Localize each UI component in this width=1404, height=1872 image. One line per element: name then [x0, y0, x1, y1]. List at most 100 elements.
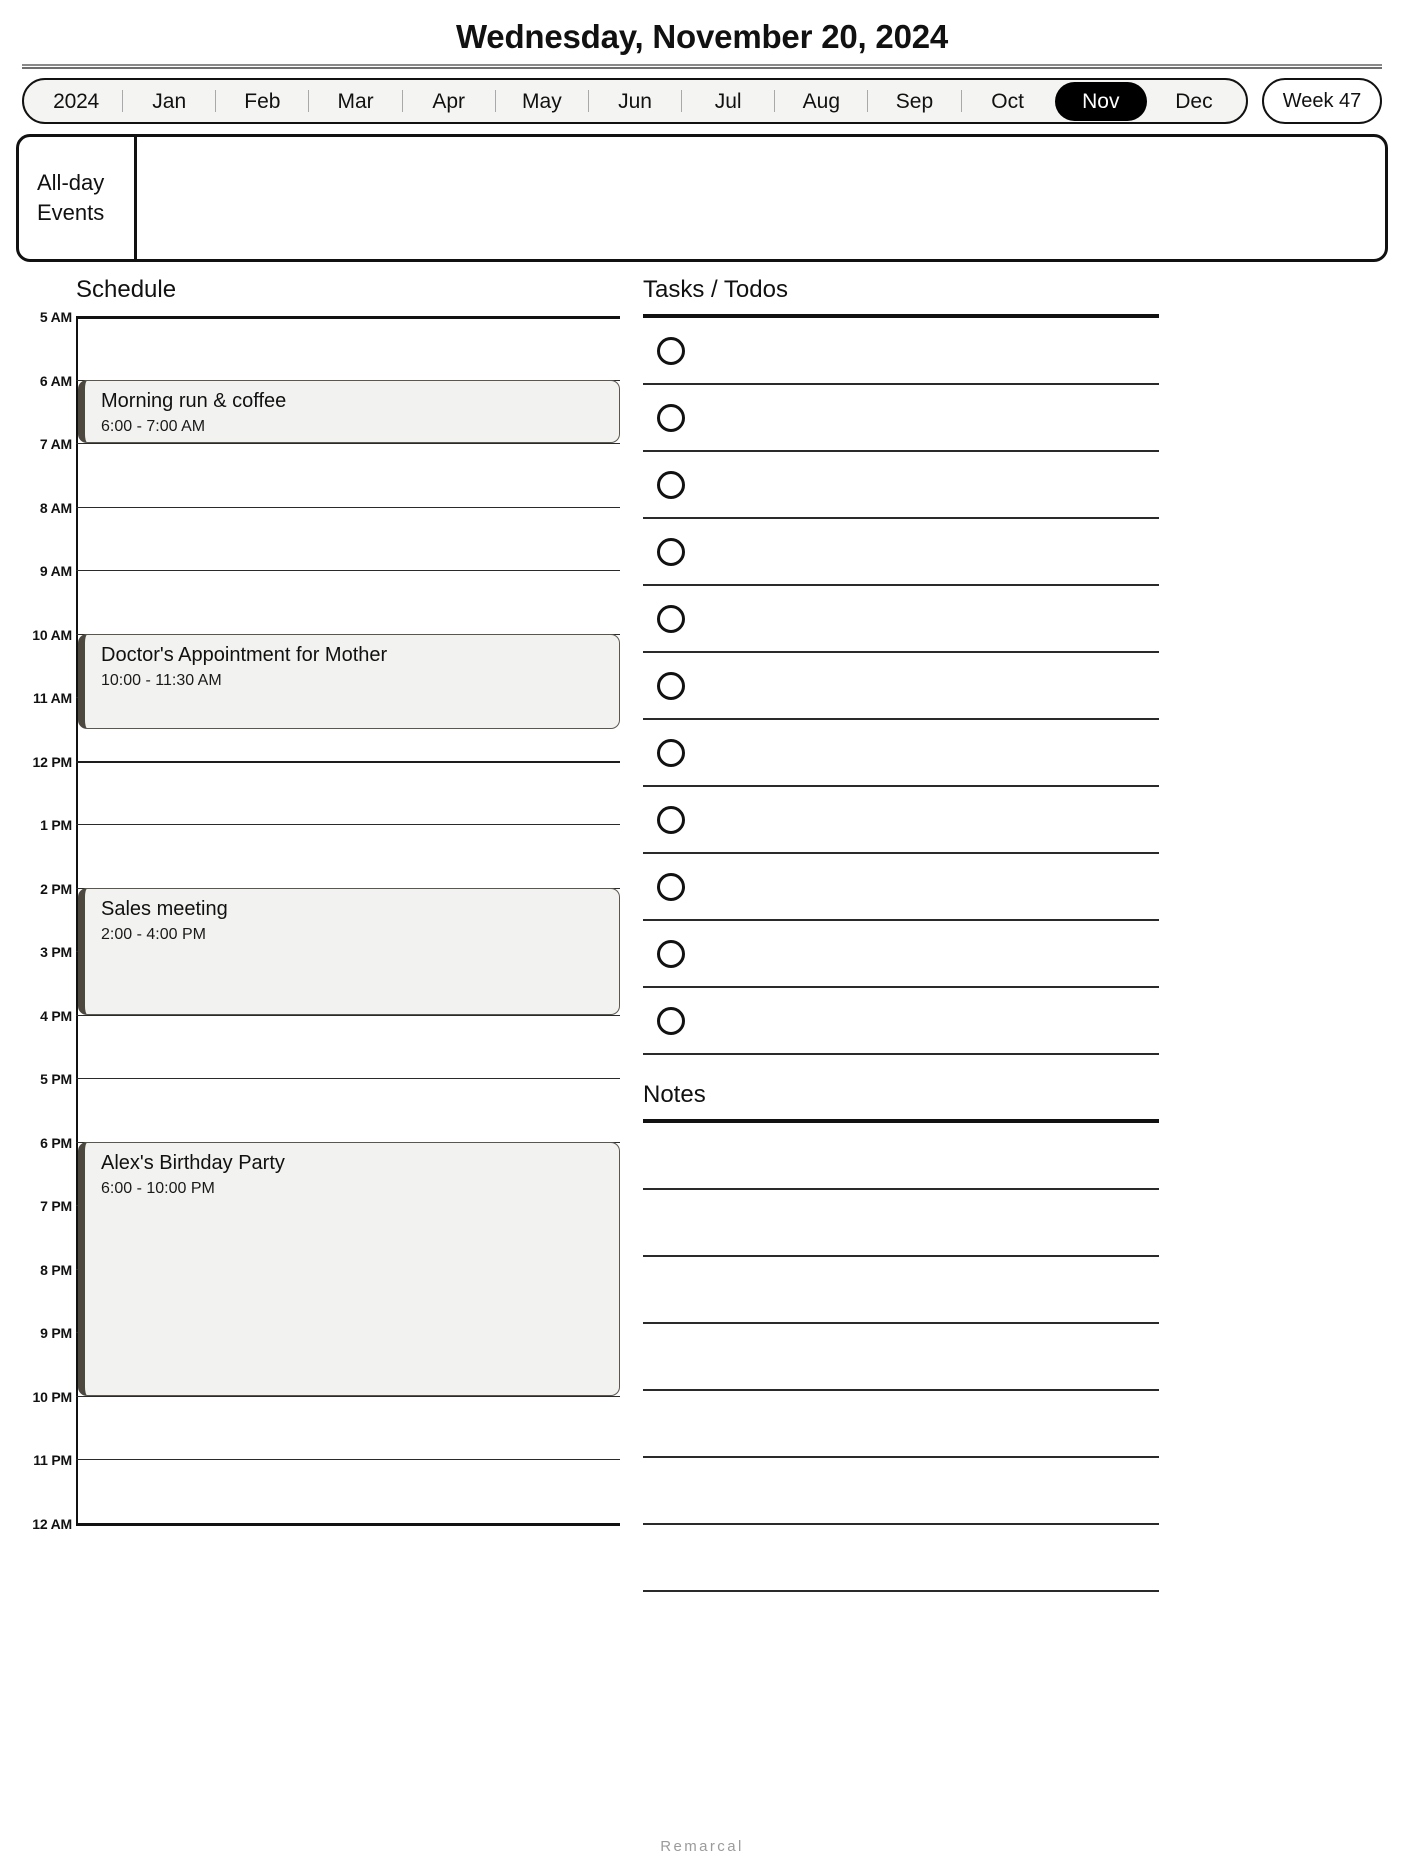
schedule-event[interactable]: Morning run & coffee 6:00 - 7:00 AM	[78, 379, 620, 444]
tasks-list[interactable]	[643, 318, 1159, 1055]
task-row[interactable]	[643, 318, 1159, 385]
all-day-events-area[interactable]	[137, 137, 1385, 259]
month-bar-item-may[interactable]: May	[496, 91, 588, 112]
schedule-hour-label: 11 AM	[33, 690, 72, 707]
schedule-hour-line	[76, 824, 620, 826]
month-bar-item-feb[interactable]: Feb	[216, 91, 308, 112]
month-bar-item-jan[interactable]: Jan	[123, 91, 215, 112]
schedule-hour-line	[76, 1014, 620, 1016]
schedule-hour-label: 10 PM	[32, 1388, 73, 1405]
month-navigation-bar: 2024 Jan Feb Mar Apr May Jun Jul Aug Sep Oct Nov Dec…	[22, 78, 1382, 124]
schedule-grid[interactable]: 5 AM 6 AM 7 AM 8 AM 9 AM 10 AM 11 AM 12 PM 1 PM 2…	[16, 310, 620, 1531]
task-row[interactable]	[643, 787, 1159, 854]
note-line[interactable]	[643, 1257, 1159, 1324]
schedule-hour-line	[76, 1395, 620, 1397]
task-row[interactable]	[643, 385, 1159, 452]
schedule-event-time: 6:00 - 10:00 PM	[101, 1179, 215, 1197]
task-row[interactable]	[643, 519, 1159, 586]
footer-brand: Remarcal	[660, 1838, 744, 1855]
schedule-hour-label: 1 PM	[40, 817, 72, 834]
schedule-hour-line	[76, 506, 620, 508]
task-row[interactable]	[643, 854, 1159, 921]
schedule-hour-label: 6 PM	[40, 1134, 72, 1151]
task-checkbox-circle-icon[interactable]	[657, 872, 685, 901]
all-day-events-panel[interactable]: All-day Events	[16, 134, 1388, 262]
month-bar-item-aug[interactable]: Aug	[775, 91, 867, 112]
schedule-hour-line	[76, 570, 620, 572]
task-checkbox-circle-icon[interactable]	[657, 537, 685, 566]
note-line[interactable]	[643, 1190, 1159, 1257]
month-bar-item-nov[interactable]: Nov	[1054, 81, 1147, 121]
schedule-hour-label: 5 PM	[40, 1071, 72, 1088]
task-row[interactable]	[643, 452, 1159, 519]
title-divider-top	[22, 64, 1382, 66]
task-checkbox-circle-icon[interactable]	[657, 403, 685, 432]
schedule-event-title: Sales meeting	[101, 897, 228, 920]
task-checkbox-circle-icon[interactable]	[657, 939, 685, 968]
schedule-event-title: Alex's Birthday Party	[101, 1151, 285, 1174]
schedule-hour-label: 10 AM	[32, 626, 72, 643]
month-bar-item-dec[interactable]: Dec	[1148, 91, 1240, 112]
note-line[interactable]	[643, 1324, 1159, 1391]
month-bar-item-apr[interactable]: Apr	[403, 91, 495, 112]
month-bar-item-mar[interactable]: Mar	[309, 91, 401, 112]
task-row[interactable]	[643, 988, 1159, 1055]
task-row[interactable]	[643, 653, 1159, 720]
schedule-event-time: 2:00 - 4:00 PM	[101, 925, 206, 943]
schedule-hour-line	[76, 760, 620, 763]
schedule-hour-line	[76, 1078, 620, 1080]
task-checkbox-circle-icon[interactable]	[657, 805, 685, 834]
task-row[interactable]	[643, 720, 1159, 787]
schedule-event-time: 10:00 - 11:30 AM	[101, 671, 222, 689]
page-title: Wednesday, November 20, 2024	[455, 18, 949, 55]
task-checkbox-circle-icon[interactable]	[657, 470, 685, 499]
schedule-hour-label: 4 PM	[40, 1007, 72, 1024]
schedule-hour-label: 9 PM	[40, 1325, 72, 1342]
schedule-hour-label: 8 AM	[39, 499, 72, 516]
schedule-hour-label: 2 PM	[40, 880, 72, 897]
note-line[interactable]	[643, 1123, 1159, 1190]
schedule-hour-label: 7 PM	[40, 1198, 72, 1215]
month-bar-item-jul[interactable]: Jul	[682, 91, 774, 112]
month-bar-year[interactable]: 2024	[30, 91, 122, 112]
note-line[interactable]	[643, 1458, 1159, 1525]
planner-page: Wednesday, November 20, 2024 2024 Jan Feb M…	[0, 0, 1404, 1872]
notes-heading: Notes	[643, 1081, 706, 1108]
task-row[interactable]	[643, 921, 1159, 988]
schedule-column: Schedule 5 AM 6 AM 7 AM 8 AM 9 AM 10 AM 11 AM 1…	[16, 276, 620, 1531]
schedule-event[interactable]: Alex's Birthday Party 6:00 - 10:00 PM	[78, 1141, 620, 1396]
schedule-event[interactable]: Sales meeting 2:00 - 4:00 PM	[78, 887, 620, 1015]
schedule-hour-label: 11 PM	[33, 1452, 72, 1469]
side-column: Tasks / Todos Notes	[643, 278, 1159, 1592]
schedule-event-time: 6:00 - 7:00 AM	[101, 417, 206, 435]
task-checkbox-circle-icon[interactable]	[657, 336, 685, 365]
task-checkbox-circle-icon[interactable]	[657, 671, 685, 700]
month-selector[interactable]: 2024 Jan Feb Mar Apr May Jun Jul Aug Sep Oct Nov Dec	[22, 78, 1248, 124]
task-row[interactable]	[643, 586, 1159, 653]
schedule-hour-label: 12 PM	[32, 753, 73, 770]
note-line[interactable]	[643, 1525, 1159, 1592]
schedule-hour-line	[76, 316, 620, 319]
schedule-hour-label: 3 PM	[40, 944, 72, 961]
task-checkbox-circle-icon[interactable]	[657, 1006, 685, 1035]
schedule-event[interactable]: Doctor's Appointment for Mother 10:00 - 1…	[78, 633, 620, 729]
title-divider	[22, 64, 1382, 69]
schedule-hour-line	[76, 443, 620, 445]
month-bar-item-sep[interactable]: Sep	[868, 91, 960, 112]
all-day-events-label: All-day Events	[19, 137, 137, 259]
tasks-heading: Tasks / Todos	[643, 276, 788, 303]
month-bar-item-jun[interactable]: Jun	[589, 91, 681, 112]
schedule-hour-line	[76, 1459, 620, 1461]
task-checkbox-circle-icon[interactable]	[657, 738, 685, 767]
month-bar-item-oct[interactable]: Oct	[962, 91, 1054, 112]
schedule-hour-label: 12 AM	[32, 1516, 72, 1532]
schedule-heading: Schedule	[76, 276, 177, 303]
schedule-hour-label: 5 AM	[39, 309, 72, 325]
note-line[interactable]	[643, 1391, 1159, 1458]
notes-list[interactable]	[643, 1123, 1159, 1592]
task-checkbox-circle-icon[interactable]	[657, 604, 685, 633]
week-number-badge[interactable]: Week 47	[1262, 78, 1382, 124]
all-day-label-line-2: Events	[37, 200, 105, 225]
schedule-hour-label: 7 AM	[39, 436, 72, 453]
all-day-label-line-1: All-day	[37, 170, 105, 196]
